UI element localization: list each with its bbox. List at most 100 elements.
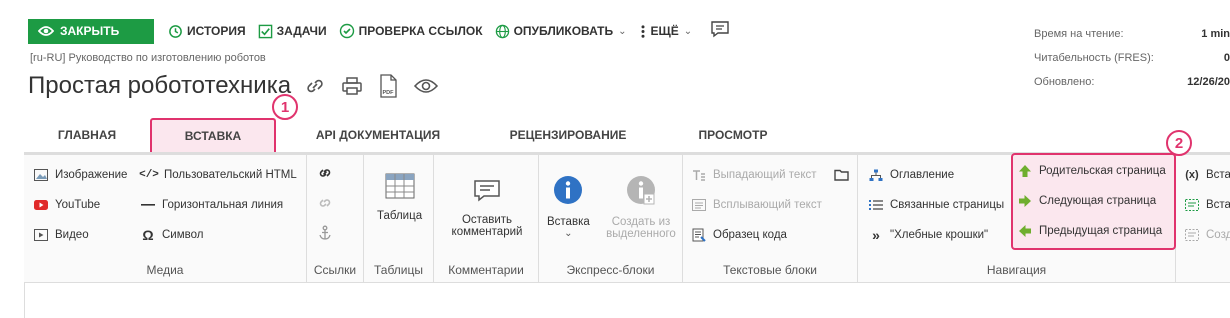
- video-icon: [33, 227, 49, 243]
- related-pages-button[interactable]: Связанные страницы: [868, 197, 1004, 213]
- tasks-button[interactable]: ЗАДАЧИ: [258, 24, 327, 39]
- anchor-button[interactable]: [317, 225, 339, 241]
- express-insert-button[interactable]: Вставка ⌄: [547, 175, 590, 239]
- parent-page-button[interactable]: Родительская страница: [1017, 163, 1166, 179]
- globe-icon: [495, 24, 509, 38]
- pdf-icon[interactable]: PDF: [377, 74, 399, 98]
- link-check-button[interactable]: ПРОВЕРКА ССЫЛОК: [339, 23, 483, 39]
- insert-table-button[interactable]: Таблица: [377, 173, 422, 222]
- more-dropdown[interactable]: ЕЩЁ ⌄: [639, 24, 692, 39]
- tab-insert[interactable]: ВСТАВКА: [150, 118, 276, 152]
- toc-button[interactable]: Оглавление: [868, 167, 954, 183]
- preview-eye-icon[interactable]: [413, 77, 439, 95]
- group-comments: Оставить комментарий Комментарии: [434, 155, 539, 283]
- breadcrumb[interactable]: [ru-RU] Руководство по изготовлению робо…: [30, 52, 266, 64]
- item-label: Всплывающий текст: [713, 199, 822, 211]
- unlink-button[interactable]: [317, 195, 339, 211]
- folder-button[interactable]: [833, 167, 855, 183]
- group-label-navigation: Навигация: [986, 263, 1047, 277]
- dropdown-text-button[interactable]: Выпадающий текст: [691, 167, 817, 183]
- insert-youtube-button[interactable]: YouTube: [33, 197, 100, 213]
- document-meta: Время на чтение: 1 min Читабельность (FR…: [1034, 22, 1230, 94]
- page-title: Простая робототехника: [28, 72, 292, 99]
- breadcrumbs-button[interactable]: » "Хлебные крошки": [868, 227, 988, 243]
- previous-page-button[interactable]: Предыдущая страница: [1017, 223, 1162, 239]
- info-add-icon: [626, 175, 656, 208]
- item-label: "Хлебные крошки": [890, 229, 989, 241]
- callout-badge-2: 2: [1166, 130, 1192, 156]
- item-label: Связанные страницы: [890, 199, 1005, 211]
- group-label-tables: Таблицы: [373, 263, 423, 277]
- item-label: Таблица: [377, 210, 423, 222]
- comment-icon: [711, 20, 729, 37]
- group-tables: Таблица Таблицы: [364, 155, 434, 283]
- image-icon: [33, 167, 49, 183]
- snippet-icon: [1184, 197, 1200, 213]
- navigation-highlight: Родительская страница Следующая страница…: [1011, 153, 1176, 250]
- group-label-express: Экспресс-блоки: [566, 263, 655, 277]
- meta-value: 0: [1223, 52, 1230, 64]
- arrow-right-icon: [1017, 193, 1033, 209]
- close-button-label: ЗАКРЫТЬ: [60, 24, 120, 38]
- link-check-label: ПРОВЕРКА ССЫЛОК: [358, 24, 483, 38]
- group-label-comments: Комментарии: [448, 263, 524, 277]
- close-button[interactable]: ЗАКРЫТЬ: [28, 18, 154, 44]
- info-icon: [553, 175, 583, 208]
- popup-text-icon: [691, 197, 707, 213]
- more-vertical-icon: [641, 24, 645, 38]
- insert-image-button[interactable]: Изображение: [33, 167, 127, 183]
- list-icon: [868, 197, 884, 213]
- insert-snippet-button[interactable]: Вста: [1184, 197, 1230, 213]
- create-from-selection-button[interactable]: Создать из выделенного: [603, 175, 679, 240]
- create-snippet-button[interactable]: Созд: [1184, 227, 1230, 243]
- link-icon[interactable]: [303, 77, 327, 95]
- insert-variable-button[interactable]: (x) Вста: [1184, 167, 1230, 183]
- group-label-media: Медиа: [146, 263, 184, 277]
- item-label: Выпадающий текст: [713, 169, 817, 181]
- double-chevron-icon: »: [872, 227, 880, 243]
- history-button[interactable]: ИСТОРИЯ: [168, 24, 246, 39]
- insert-video-button[interactable]: Видео: [33, 227, 89, 243]
- svg-text:PDF: PDF: [383, 90, 395, 96]
- item-label-line1: Оставить: [461, 214, 513, 226]
- item-label: YouTube: [55, 199, 101, 211]
- meta-reading-time: Время на чтение: 1 min: [1034, 22, 1230, 46]
- title-row: Простая робототехника PDF: [28, 72, 453, 100]
- next-page-button[interactable]: Следующая страница: [1017, 193, 1156, 209]
- insert-horizontal-line-button[interactable]: Горизонтальная линия: [140, 197, 283, 213]
- item-label: Образец кода: [713, 229, 787, 241]
- tab-view[interactable]: ПРОСМОТР: [678, 118, 788, 152]
- callout-badge-1: 1: [272, 94, 298, 120]
- ribbon-tabs: ГЛАВНАЯ ВСТАВКА API ДОКУМЕНТАЦИЯ РЕЦЕНЗИ…: [28, 118, 1230, 152]
- publish-dropdown[interactable]: ОПУБЛИКОВАТЬ ⌄: [495, 24, 627, 39]
- top-toolbar: ЗАКРЫТЬ ИСТОРИЯ ЗАДАЧИ ПРОВЕРКА ССЫЛОК О…: [28, 18, 730, 44]
- youtube-icon: [33, 197, 49, 213]
- group-express-blocks: Вставка ⌄ Создать из выделенного Экспрес…: [539, 155, 683, 283]
- tab-review[interactable]: РЕЦЕНЗИРОВАНИЕ: [488, 118, 648, 152]
- leave-comment-button[interactable]: Оставить комментарий: [442, 179, 532, 238]
- item-label: Следующая страница: [1039, 195, 1157, 207]
- arrow-up-icon: [1017, 163, 1033, 179]
- code-sample-button[interactable]: Образец кода: [691, 227, 787, 243]
- popup-text-button[interactable]: Всплывающий текст: [691, 197, 822, 213]
- comment-button[interactable]: [710, 20, 730, 43]
- meta-label: Читабельность (FRES):: [1034, 52, 1154, 64]
- item-label: Вставка: [547, 216, 590, 228]
- print-icon[interactable]: [341, 76, 363, 96]
- item-label: Пользовательский HTML: [164, 169, 297, 181]
- link-check-icon: [339, 23, 354, 39]
- tab-home[interactable]: ГЛАВНАЯ: [28, 118, 146, 152]
- meta-value: 1 min: [1201, 28, 1230, 40]
- item-label-line1: Создать из: [611, 216, 671, 228]
- dropdown-text-icon: [691, 167, 707, 183]
- tab-api-docs[interactable]: API ДОКУМЕНТАЦИЯ: [294, 118, 462, 152]
- insert-custom-html-button[interactable]: </> Пользовательский HTML: [139, 167, 297, 183]
- history-label: ИСТОРИЯ: [187, 24, 246, 38]
- editor-content-area[interactable]: [24, 283, 1230, 318]
- insert-link-button[interactable]: [317, 165, 339, 181]
- arrow-left-icon: [1017, 223, 1033, 239]
- item-label: Вста: [1206, 169, 1230, 181]
- item-label: Изображение: [55, 169, 128, 181]
- insert-symbol-button[interactable]: Ω Символ: [140, 227, 203, 243]
- item-label: Видео: [55, 229, 89, 241]
